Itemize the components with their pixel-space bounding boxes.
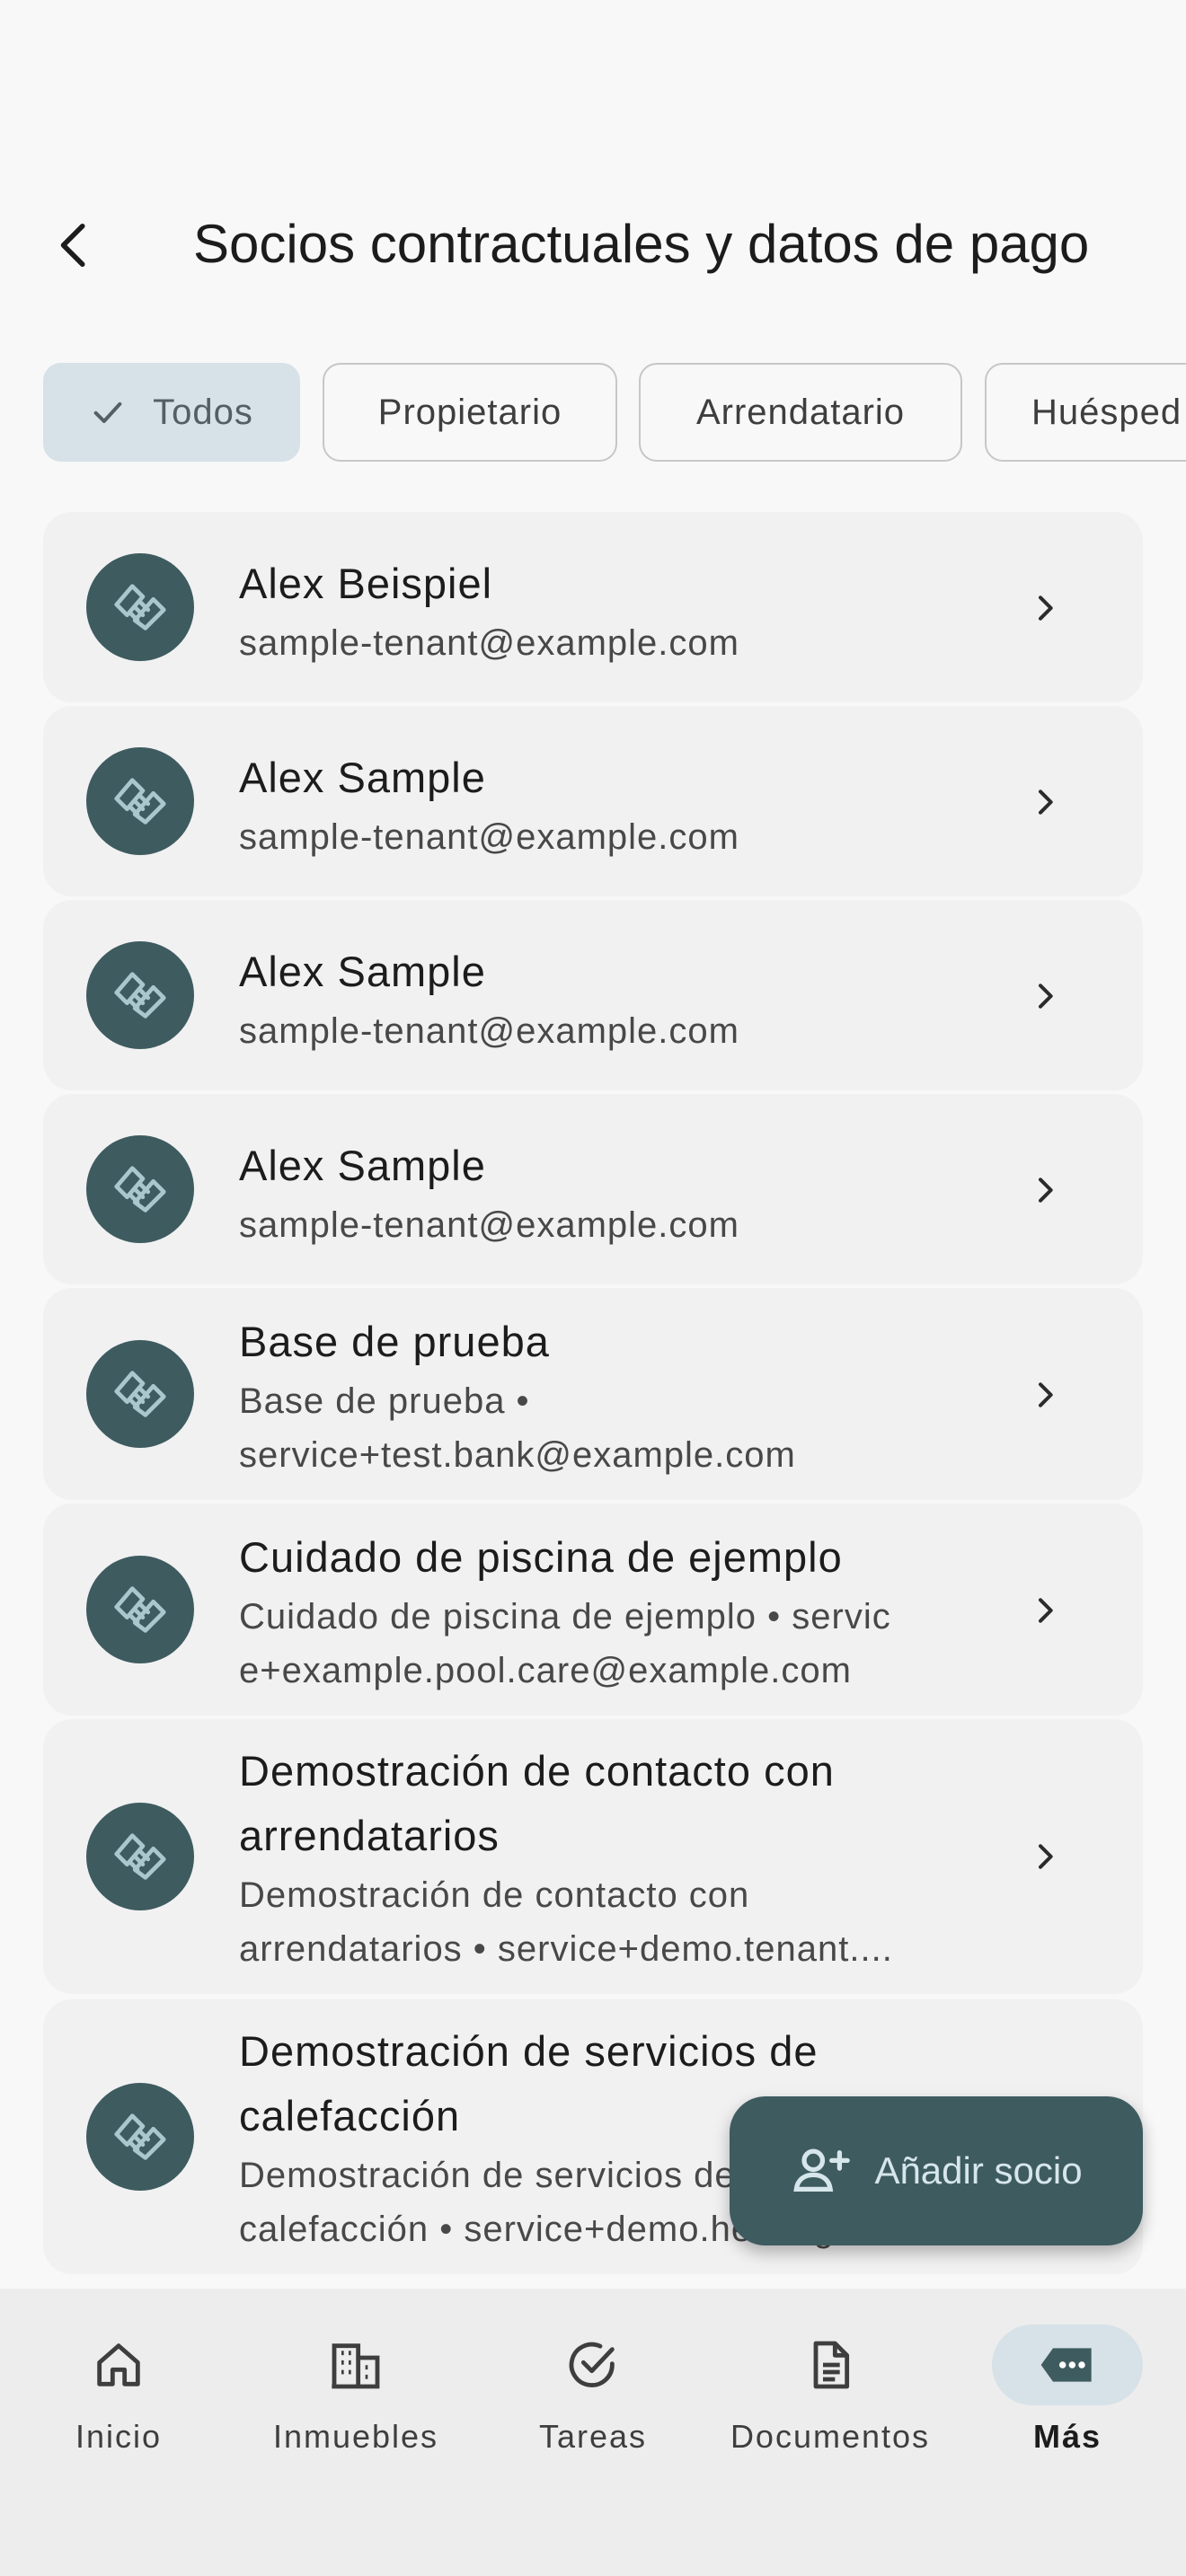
partner-name: Demostración de servicios de: [239, 2027, 819, 2075]
filter-chip-label: Todos: [153, 392, 253, 432]
partner-row[interactable]: Demostración de contacto con arrendatari…: [43, 1719, 1143, 1994]
bottom-navigation: Inicio Inmuebles Tareas Documentos Más: [0, 2289, 1186, 2576]
nav-item-tareas[interactable]: Tareas: [474, 2325, 712, 2486]
avatar: [86, 553, 194, 661]
handshake-icon: [114, 1586, 166, 1633]
add-partner-label: Añadir socio: [874, 2149, 1083, 2192]
partner-email: sample-tenant@example.com: [239, 1205, 739, 1245]
avatar: [86, 1135, 194, 1243]
partner-email: sample-tenant@example.com: [239, 817, 739, 857]
handshake-icon: [114, 2113, 166, 2160]
filter-chip-label: Propietario: [377, 392, 562, 432]
nav-label: Documentos: [730, 2418, 931, 2455]
filter-chip-todos[interactable]: Todos: [43, 363, 300, 462]
chevron-right-icon: [1022, 1372, 1067, 1417]
avatar: [86, 2083, 194, 2191]
back-arrow-icon: [60, 224, 85, 267]
filter-chips: Todos Propietario Arrendatario Huésped: [43, 363, 1186, 465]
nav-item-inmuebles[interactable]: Inmuebles: [237, 2325, 474, 2486]
partner-row[interactable]: Alex Sample sample-tenant@example.com: [43, 706, 1143, 896]
partner-details: Demostración de contacto con: [239, 1875, 750, 1915]
home-icon: [97, 2343, 140, 2386]
nav-label: Tareas: [538, 2418, 648, 2455]
chevron-right-icon: [1022, 586, 1067, 631]
handshake-icon: [114, 584, 166, 631]
partner-row[interactable]: Cuidado de piscina de ejemplo Cuidado de…: [43, 1504, 1143, 1716]
partner-name: Alex Beispiel: [239, 560, 493, 607]
top-app-bar: Socios contractuales y datos de pago: [0, 180, 1186, 305]
avatar: [86, 941, 194, 1049]
partner-name: Cuidado de piscina de ejemplo: [239, 1533, 843, 1581]
partner-row[interactable]: Alex Sample sample-tenant@example.com: [43, 900, 1143, 1090]
partner-name: Alex Sample: [239, 948, 486, 995]
partner-email: sample-tenant@example.com: [239, 1011, 739, 1051]
partner-row[interactable]: Alex Sample sample-tenant@example.com: [43, 1094, 1143, 1284]
add-person-icon: [790, 2139, 853, 2202]
partner-row[interactable]: Alex Beispiel sample-tenant@example.com: [43, 512, 1143, 702]
check-circle-icon: [569, 2342, 615, 2387]
chevron-right-icon: [1022, 780, 1067, 825]
partner-email: arrendatarios • service+demo.tenant....: [239, 1929, 893, 1969]
handshake-icon: [114, 1371, 166, 1417]
handshake-icon: [114, 1166, 166, 1213]
add-partner-button[interactable]: Añadir socio: [730, 2096, 1143, 2245]
status-bar: [0, 0, 1186, 135]
nav-item-mas[interactable]: Más: [949, 2325, 1186, 2486]
partner-email: service+test.bank@example.com: [239, 1435, 796, 1475]
chevron-right-icon: [1022, 1168, 1067, 1213]
partner-email: e+example.pool.care@example.com: [239, 1651, 852, 1690]
partner-name: Alex Sample: [239, 754, 486, 801]
chevron-right-icon: [1022, 1588, 1067, 1633]
filter-chip-label: Huésped: [1031, 392, 1182, 432]
nav-item-documentos[interactable]: Documentos: [712, 2325, 949, 2486]
partner-name: Alex Sample: [239, 1142, 486, 1189]
more-icon: [1040, 2348, 1092, 2382]
partner-row[interactable]: Base de prueba Base de prueba • service+…: [43, 1288, 1143, 1500]
filter-chip-arrendatario[interactable]: Arrendatario: [639, 363, 962, 462]
avatar: [86, 1556, 194, 1663]
nav-label: Más: [1032, 2418, 1102, 2455]
avatar: [86, 1340, 194, 1448]
partner-details: Cuidado de piscina de ejemplo • servic: [239, 1597, 891, 1636]
nav-label: Inicio: [75, 2418, 163, 2455]
document-icon: [813, 2341, 850, 2389]
chevron-right-icon: [1022, 974, 1067, 1019]
partner-name: Base de prueba: [239, 1318, 550, 1365]
nav-item-inicio[interactable]: Inicio: [0, 2325, 237, 2486]
partner-name: Demostración de contacto con: [239, 1747, 835, 1795]
check-icon: [90, 394, 126, 430]
building-icon: [332, 2343, 380, 2389]
handshake-icon: [114, 1833, 166, 1880]
handshake-icon: [114, 972, 166, 1019]
handshake-icon: [114, 778, 166, 825]
chevron-right-icon: [1022, 1834, 1067, 1879]
partner-name-cont: arrendatarios: [239, 1812, 500, 1859]
partner-email: sample-tenant@example.com: [239, 623, 739, 663]
filter-chip-propietario[interactable]: Propietario: [323, 363, 617, 462]
filter-chip-label: Arrendatario: [695, 392, 906, 432]
avatar: [86, 1803, 194, 1910]
page-title: Socios contractuales y datos de pago: [193, 214, 1090, 274]
filter-chip-huesped[interactable]: Huésped: [985, 363, 1186, 462]
back-button[interactable]: [36, 207, 113, 284]
partner-details: Base de prueba •: [239, 1381, 530, 1421]
avatar: [86, 747, 194, 855]
nav-label: Inmuebles: [272, 2418, 439, 2455]
